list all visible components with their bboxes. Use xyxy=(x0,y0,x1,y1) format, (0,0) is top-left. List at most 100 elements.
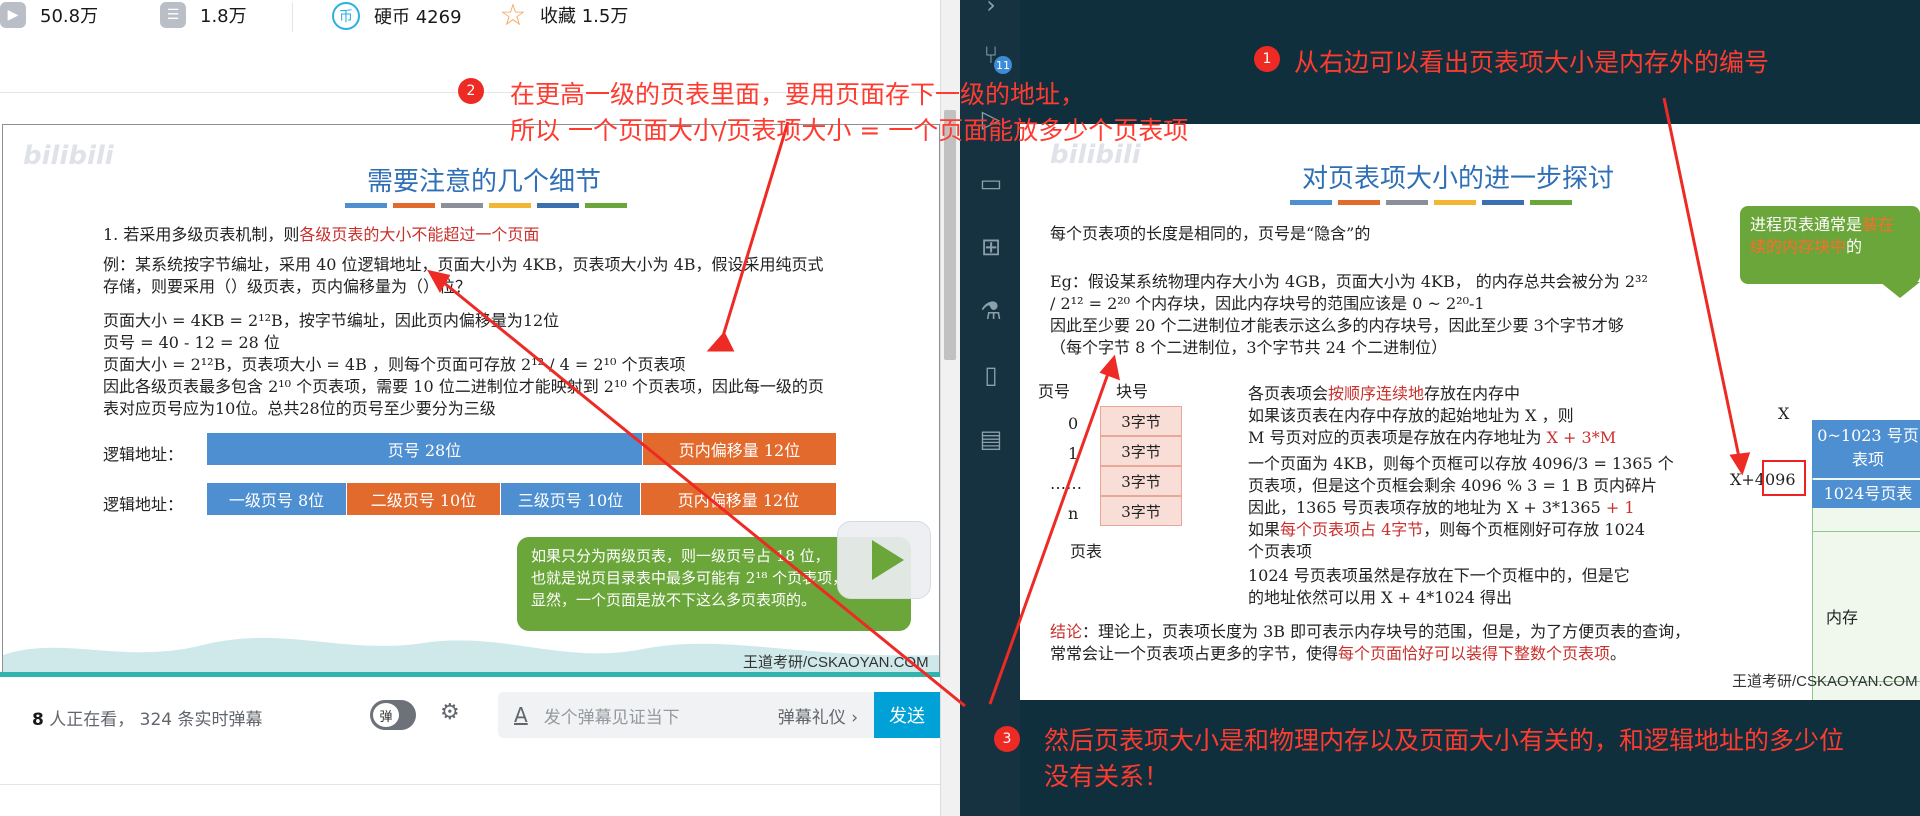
table-row-block: 3字节 xyxy=(1100,406,1182,436)
star-icon: ☆ xyxy=(499,0,527,33)
view-count-value: 50.8万 xyxy=(40,6,99,27)
table-row-page: 1 xyxy=(1068,444,1079,463)
explain-line-10: 的地址依然可以用 X + 4*1024 得出 xyxy=(1248,588,1513,607)
logical-address-label-2: 逻辑地址： xyxy=(103,495,184,514)
slide-watermark-right: 王道考研/CSKAOYAN.COM xyxy=(1732,673,1918,690)
explain-line-6: 因此，1365 号页表项存放的地址为 X + 3*1365 + 1 xyxy=(1248,498,1635,517)
memory-caption: 内存 xyxy=(1826,608,1859,627)
danmaku-etiquette-link[interactable]: 弹幕礼仪 › xyxy=(778,703,858,728)
annotation-badge-1: 1 xyxy=(1254,46,1280,72)
eg-line-3: 因此至少要 20 个二进制位才能表示这么多的内存块号，因此至少要 3个字节才够 xyxy=(1050,316,1624,335)
offset-segment-2: 页内偏移量 12位 xyxy=(641,483,837,515)
testing-icon[interactable]: ⚗ xyxy=(976,296,1006,326)
text-style-icon[interactable]: A xyxy=(514,703,528,727)
danmaku-count-value: 1.8万 xyxy=(200,6,247,27)
calc-line-5: 表对应页号应为10位。总共28位的页号至少要分为三级 xyxy=(103,399,496,418)
slide-subtitle: 每个页表项的长度是相同的，页号是“隐含”的 xyxy=(1050,224,1371,243)
memory-block-1024: 1024号页表 xyxy=(1812,480,1920,508)
danmaku-placeholder: 发个弹幕见证当下 xyxy=(543,707,680,728)
level3-segment: 三级页号 10位 xyxy=(501,483,641,515)
video-frame-left[interactable]: bilibili 需要注意的几个细节 1. 若采用多级页表机制，则各级页表的大小… xyxy=(2,124,940,676)
table-header-page: 页号 xyxy=(1038,382,1071,401)
favorite-count: 收藏 1.5万 xyxy=(540,6,629,27)
send-danmaku-button[interactable]: 发送 xyxy=(874,692,940,738)
explain-line-7: 如果每个页表项占 4字节，则每个页框刚好可存放 1024 xyxy=(1248,520,1646,539)
page-table-note: 进程页表通常是装在 续的内存块中的 xyxy=(1740,206,1920,284)
example-line-1: 例：某系统按字节编址，采用 40 位逻辑地址，页面大小为 4KB，页表项大小为 … xyxy=(103,255,824,274)
video-frame-right[interactable]: bilibili 对页表项大小的进一步探讨 每个页表项的长度是相同的，页号是“隐… xyxy=(1020,124,1920,700)
annotation-3-line-2: 没有关系！ xyxy=(1044,762,1170,791)
danmaku-settings-icon[interactable]: ⚙ xyxy=(440,700,472,730)
table-row-page: n xyxy=(1068,504,1079,523)
notebook-icon[interactable]: ▯ xyxy=(976,360,1006,390)
logical-address-bar-1: 页号 28位 页内偏移量 12位 xyxy=(207,433,837,465)
level2-segment: 二级页号 10位 xyxy=(347,483,501,515)
explain-line-5: 页表项，但是这个页框会剩余 4096 % 3 = 1 B 页内碎片 xyxy=(1248,476,1658,495)
page-number-segment: 页号 28位 xyxy=(207,433,643,465)
logical-address-label-1: 逻辑地址： xyxy=(103,445,184,464)
title-color-bars-right xyxy=(1290,200,1572,205)
danmaku-icon: ☰ xyxy=(160,2,186,28)
explorer-icon[interactable]: › xyxy=(976,0,1006,20)
annotation-badge-2: 2 xyxy=(458,78,484,104)
table-row-block: 3字节 xyxy=(1100,466,1182,496)
source-control-badge: 11 xyxy=(994,56,1012,74)
eg-line-4: （每个字节 8 个二进制位，3个字节共 24 个二进制位） xyxy=(1050,338,1448,357)
play-icon xyxy=(872,540,904,580)
calc-line-3: 页面大小 = 2¹²B，页表项大小 = 4B ，则每个页面可存放 2¹² / 4… xyxy=(103,355,686,374)
explain-line-4: 一个页面为 4KB，则每个页框可以存放 4096/3 = 1365 个 xyxy=(1248,454,1674,473)
explain-line-3: M 号页对应的页表项是存放在内存地址为 X + 3*M xyxy=(1248,428,1617,447)
annotation-2-line-2: 所以 一个页面大小/页表项大小 = 一个页面能放多少个页表项 xyxy=(510,116,1189,145)
conclusion-line-1: 结论：理论上，页表项长度为 3B 即可表示内存块号的范围，但是，为了方便页表的查… xyxy=(1050,622,1691,641)
bilibili-logo: bilibili xyxy=(23,141,114,171)
calc-line-1: 页面大小 = 4KB = 2¹²B，按字节编址，因此页内偏移量为12位 xyxy=(103,311,560,330)
eg-line-2: / 2¹² = 2²⁰ 个内存块，因此内存块号的范围应该是 0 ~ 2²⁰-1 xyxy=(1050,294,1485,313)
title-color-bars xyxy=(345,203,627,208)
stats-divider xyxy=(292,2,293,32)
watching-count: 8 人正在看， 324 条实时弹幕 xyxy=(32,710,263,730)
note-pointer xyxy=(1880,282,1920,298)
eg-line-1: Eg：假设某系统物理内存大小为 4GB，页面大小为 4KB， 的内存总共会被分为… xyxy=(1050,272,1648,291)
memory-block-0-1023: 0~1023 号页 表项 xyxy=(1812,420,1920,478)
slide-watermark: 王道考研/CSKAOYAN.COM xyxy=(743,654,929,671)
label-x: X xyxy=(1778,404,1790,423)
slide-title: 需要注意的几个细节 xyxy=(367,167,602,197)
example-line-2: 存储，则要采用（）级页表，页内偏移量为（）位？ xyxy=(103,277,472,296)
slide-title-right: 对页表项大小的进一步探讨 xyxy=(1302,164,1615,194)
level1-segment: 一级页号 8位 xyxy=(207,483,347,515)
danmaku-toggle-knob[interactable]: 弹 xyxy=(373,703,399,727)
table-header-block: 块号 xyxy=(1116,382,1149,401)
favorite-button[interactable]: ☆ 收藏 1.5万 xyxy=(499,0,629,33)
annotation-badge-3: 3 xyxy=(994,726,1020,752)
danmaku-input[interactable]: A 发个弹幕见证当下 弹幕礼仪 › xyxy=(498,692,874,738)
calc-line-4: 因此各级页表最多包含 2¹⁰ 个页表项，需要 10 位二进制位才能映射到 2¹⁰… xyxy=(103,377,824,396)
divider-bottom xyxy=(0,784,940,785)
annotation-2-line-1: 在更高一级的页表里面，要用页面存下一级的地址， xyxy=(510,80,1086,109)
logical-address-bar-2: 一级页号 8位 二级页号 10位 三级页号 10位 页内偏移量 12位 xyxy=(207,483,837,515)
play-count-icon: ▶ xyxy=(0,2,26,28)
table-row-block: 3字节 xyxy=(1100,496,1182,526)
coin-button[interactable]: 币 硬币 4269 xyxy=(332,2,462,30)
video-stats-bar: ▶ 50.8万 ☰ 1.8万 币 硬币 4269 ☆ 收藏 1.5万 xyxy=(0,0,940,36)
explain-line-9: 1024 号页表项虽然是存放在下一个页框中的，但是它 xyxy=(1248,566,1630,585)
table-row-page: …… xyxy=(1050,474,1082,493)
annotation-1: 从右边可以看出页表项大小是内存外的编号 xyxy=(1294,48,1770,77)
explain-line-2: 如果该页表在内存中存放的起始地址为 X ，则 xyxy=(1248,406,1574,425)
remote-explorer-icon[interactable]: ▭ xyxy=(976,168,1006,198)
explain-line-1: 各页表项会按顺序连续地存放在内存中 xyxy=(1248,384,1521,403)
conclusion-line-2: 常常会让一个页表项占更多的字节，使得每个页面恰好可以装得下整数个页表项。 xyxy=(1050,644,1627,663)
table-row-block: 3字节 xyxy=(1100,436,1182,466)
play-button[interactable] xyxy=(837,521,931,599)
table-caption: 页表 xyxy=(1070,542,1103,561)
coin-icon: 币 xyxy=(332,2,360,30)
point-1: 1. 若采用多级页表机制，则各级页表的大小不能超过一个页面 xyxy=(103,225,540,244)
extensions-icon[interactable]: ⊞ xyxy=(976,232,1006,262)
view-count: ▶ 50.8万 xyxy=(0,2,98,28)
calc-line-2: 页号 = 40 - 12 = 28 位 xyxy=(103,333,280,352)
docs-icon[interactable]: ▤ xyxy=(976,424,1006,454)
table-row-page: 0 xyxy=(1068,414,1079,433)
video-progress-bar[interactable] xyxy=(0,672,940,677)
offset-segment: 页内偏移量 12位 xyxy=(643,433,837,465)
highlight-box xyxy=(1762,460,1806,496)
danmaku-count: ☰ 1.8万 xyxy=(160,2,247,28)
